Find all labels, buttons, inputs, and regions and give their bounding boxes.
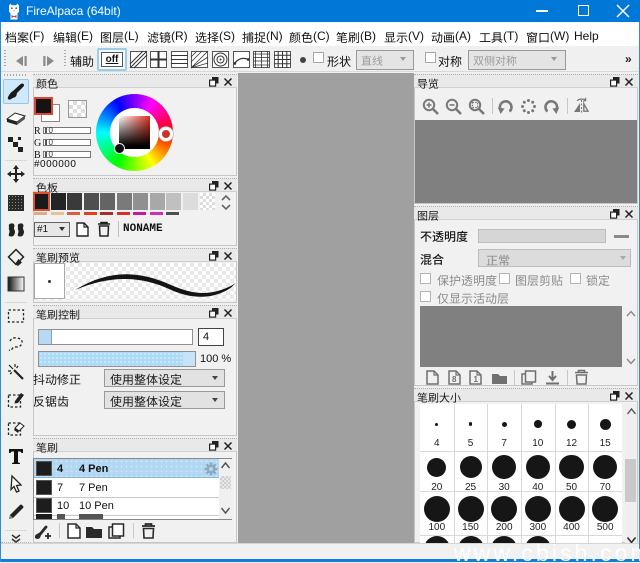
svg-text:8: 8 bbox=[452, 375, 457, 384]
svg-text:1: 1 bbox=[474, 375, 479, 384]
